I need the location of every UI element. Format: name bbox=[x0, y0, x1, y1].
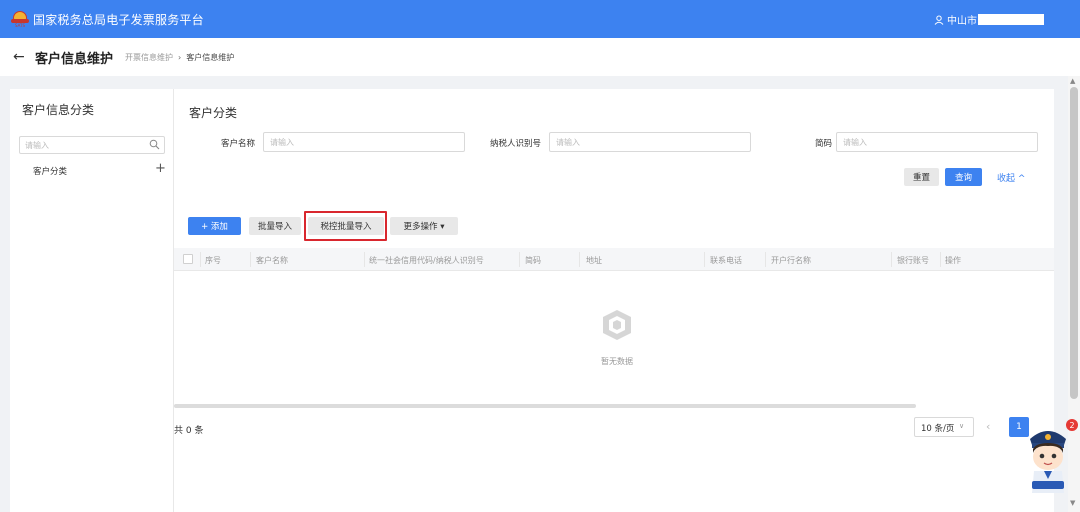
main-panel bbox=[174, 89, 1054, 512]
page-size-select[interactable]: 10 条/页 bbox=[914, 417, 974, 437]
vertical-scrollbar-thumb[interactable] bbox=[1070, 87, 1078, 399]
select-all-checkbox[interactable] bbox=[183, 254, 193, 264]
total-count: 共 0 条 bbox=[174, 426, 204, 436]
table-header: 序号 客户名称 统一社会信用代码/纳税人识别号 简码 地址 联系电话 开户行名称… bbox=[174, 248, 1054, 271]
column-header-phone: 联系电话 bbox=[710, 256, 742, 265]
previous-page-button[interactable]: ‹ bbox=[986, 420, 990, 433]
user-name: 中山市 bbox=[947, 16, 977, 27]
user-name-redacted bbox=[978, 14, 1044, 25]
back-arrow-icon[interactable]: ← bbox=[13, 49, 29, 65]
collapse-link[interactable]: 收起 ^ bbox=[997, 171, 1025, 184]
column-header-short-code: 简码 bbox=[525, 256, 541, 265]
more-actions-dropdown[interactable]: 更多操作 ▾ bbox=[390, 217, 458, 235]
section-title: 客户分类 bbox=[189, 106, 238, 120]
breadcrumb-item-parent[interactable]: 开票信息维护 bbox=[125, 52, 173, 63]
taxpayer-id-label: 纳税人识别号 bbox=[490, 139, 542, 149]
breadcrumb-item-current: 客户信息维护 bbox=[186, 52, 235, 62]
customer-name-label: 客户名称 bbox=[221, 139, 256, 149]
sidebar-item-customer-category[interactable]: 客户分类 bbox=[33, 165, 67, 177]
search-icon[interactable] bbox=[149, 139, 160, 150]
batch-import-button[interactable]: 批量导入 bbox=[249, 217, 301, 235]
scroll-up-arrow[interactable]: ▲ bbox=[1070, 77, 1075, 85]
chevron-down-icon: ∨ bbox=[959, 422, 965, 430]
top-bar: SATS 国家税务总局电子发票服务平台 中山市 bbox=[0, 0, 1080, 38]
sidebar-title: 客户信息分类 bbox=[22, 103, 95, 117]
taxpayer-id-input[interactable]: 请输入 bbox=[549, 132, 751, 152]
tax-emblem-logo: SATS bbox=[11, 10, 29, 28]
column-header-index: 序号 bbox=[205, 256, 221, 265]
notification-badge: 2 bbox=[1066, 419, 1078, 431]
add-button[interactable]: + 添加 bbox=[188, 217, 241, 235]
page-title: 客户信息维护 bbox=[35, 51, 114, 67]
tax-assistant-mascot[interactable] bbox=[1024, 421, 1072, 493]
empty-box-icon bbox=[603, 310, 631, 340]
column-header-bank-account: 银行账号 bbox=[897, 256, 929, 265]
highlight-box bbox=[304, 211, 387, 241]
reset-button[interactable]: 重置 bbox=[904, 168, 939, 186]
user-menu[interactable]: 中山市 bbox=[934, 12, 1044, 27]
column-header-address: 地址 bbox=[586, 256, 602, 265]
column-header-bank-name: 开户行名称 bbox=[771, 256, 811, 265]
query-button[interactable]: 查询 bbox=[945, 168, 982, 186]
column-header-actions: 操作 bbox=[945, 256, 961, 265]
page-header: ← 客户信息维护 开票信息维护 › 客户信息维护 bbox=[0, 38, 1080, 76]
system-title: 国家税务总局电子发票服务平台 bbox=[33, 12, 204, 27]
user-icon bbox=[934, 15, 944, 25]
sidebar-search-input[interactable]: 请输入 bbox=[19, 136, 165, 154]
horizontal-scrollbar[interactable] bbox=[174, 404, 916, 408]
column-header-customer-name: 客户名称 bbox=[256, 256, 288, 265]
customer-name-input[interactable]: 请输入 bbox=[263, 132, 465, 152]
short-code-input[interactable]: 请输入 bbox=[836, 132, 1038, 152]
add-category-icon[interactable]: + bbox=[155, 162, 166, 175]
scroll-down-arrow[interactable]: ▼ bbox=[1070, 499, 1075, 507]
empty-text: 暂无数据 bbox=[601, 357, 633, 366]
column-header-credit-code: 统一社会信用代码/纳税人识别号 bbox=[369, 256, 484, 265]
breadcrumb-separator: › bbox=[178, 52, 182, 62]
short-code-label: 简码 bbox=[815, 139, 833, 149]
breadcrumb: 开票信息维护 › 客户信息维护 bbox=[125, 52, 234, 63]
